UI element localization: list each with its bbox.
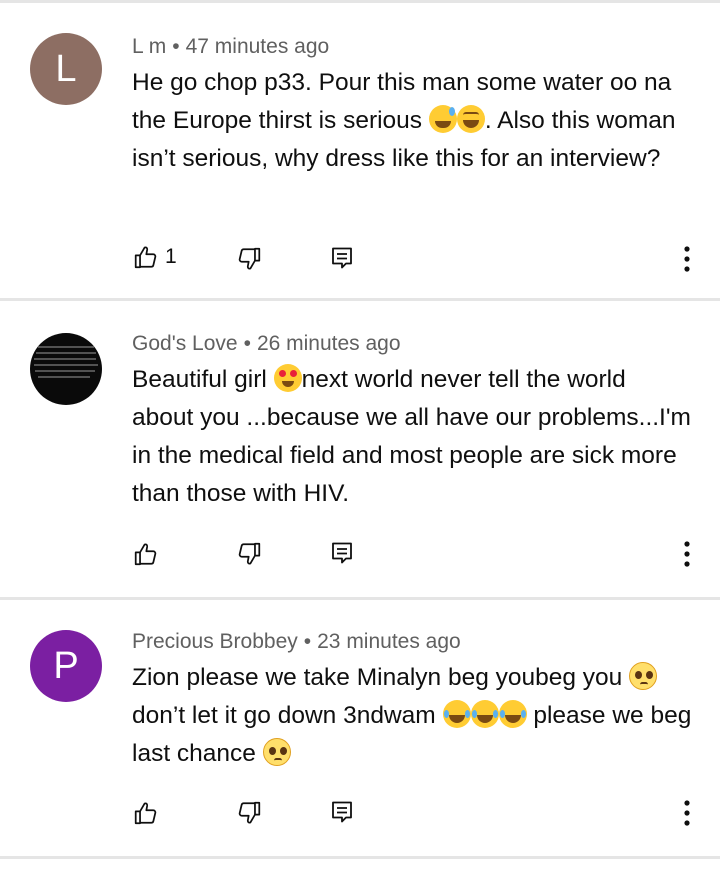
pleading-emoji xyxy=(262,738,291,766)
comment-author[interactable]: L m xyxy=(132,35,166,58)
meta-separator: • xyxy=(243,332,251,355)
comment-meta: Precious Brobbey • 23 minutes ago xyxy=(132,630,461,654)
avatar[interactable]: P xyxy=(30,630,102,702)
avatar[interactable]: L xyxy=(30,33,102,105)
reply-icon xyxy=(332,542,352,564)
comment-author[interactable]: God's Love xyxy=(132,332,238,355)
heart-eyes-emoji xyxy=(273,364,302,392)
reply-icon xyxy=(332,247,352,269)
grinning-sweat-emoji xyxy=(428,105,457,133)
like-button[interactable] xyxy=(133,538,159,570)
like-button[interactable]: 1 xyxy=(133,241,177,273)
avatar-letter: P xyxy=(53,644,79,687)
more-vert-icon xyxy=(684,541,690,567)
joy-emoji xyxy=(470,700,499,728)
comment-time[interactable]: 23 minutes ago xyxy=(317,630,461,653)
reply-button[interactable] xyxy=(330,243,354,275)
comment-meta: L m • 47 minutes ago xyxy=(132,35,329,59)
more-options-button[interactable] xyxy=(678,538,696,570)
avatar[interactable] xyxy=(30,333,102,405)
joy-emoji xyxy=(442,700,471,728)
thumbs-down-icon xyxy=(238,801,261,824)
thumbs-down-icon xyxy=(238,542,261,565)
pleading-emoji xyxy=(629,662,658,690)
more-vert-icon xyxy=(684,800,690,826)
avatar-letter: L xyxy=(55,47,77,90)
dislike-button[interactable] xyxy=(236,797,262,829)
comment-text-part: Beautiful girl xyxy=(132,366,274,393)
joy-emoji xyxy=(498,700,527,728)
comment-text: Beautiful girl next world never tell the… xyxy=(132,361,692,513)
comment-meta: God's Love • 26 minutes ago xyxy=(132,332,401,356)
more-options-button[interactable] xyxy=(678,797,696,829)
dislike-button[interactable] xyxy=(236,243,262,275)
meta-separator: • xyxy=(303,630,312,653)
comment-text-part: Zion please we take Minalyn beg youbeg y… xyxy=(132,664,630,691)
thumbs-up-icon xyxy=(134,543,157,566)
squinting-laugh-emoji xyxy=(456,105,485,133)
like-count: 1 xyxy=(165,245,177,268)
comment-time[interactable]: 26 minutes ago xyxy=(257,332,401,355)
reply-button[interactable] xyxy=(330,538,354,570)
more-options-button[interactable] xyxy=(678,243,696,275)
comment-text: He go chop p33. Pour this man some water… xyxy=(132,64,692,178)
like-button[interactable] xyxy=(133,797,159,829)
comment-time[interactable]: 47 minutes ago xyxy=(186,35,330,58)
thumbs-up-icon xyxy=(134,802,157,825)
thumbs-down-icon xyxy=(238,247,261,270)
comment-2: God's Love • 26 minutes ago Beautiful girl… xyxy=(0,301,720,598)
dislike-button[interactable] xyxy=(236,538,262,570)
comment-author[interactable]: Precious Brobbey xyxy=(132,630,298,653)
comment-text: Zion please we take Minalyn beg youbeg y… xyxy=(132,659,692,773)
reply-button[interactable] xyxy=(330,797,354,829)
meta-separator: • xyxy=(172,35,180,58)
bottom-divider xyxy=(0,856,720,859)
avatar-image xyxy=(34,346,98,378)
comment-text-part: don’t let it go down 3ndwam xyxy=(132,702,443,729)
comment-3: P Precious Brobbey • 23 minutes ago Zion p… xyxy=(0,600,720,857)
reply-icon xyxy=(332,801,352,823)
more-vert-icon xyxy=(684,246,690,272)
thumbs-up-icon xyxy=(134,246,157,269)
comment-1: L L m • 47 minutes ago He go chop p33. Pou… xyxy=(0,3,720,300)
